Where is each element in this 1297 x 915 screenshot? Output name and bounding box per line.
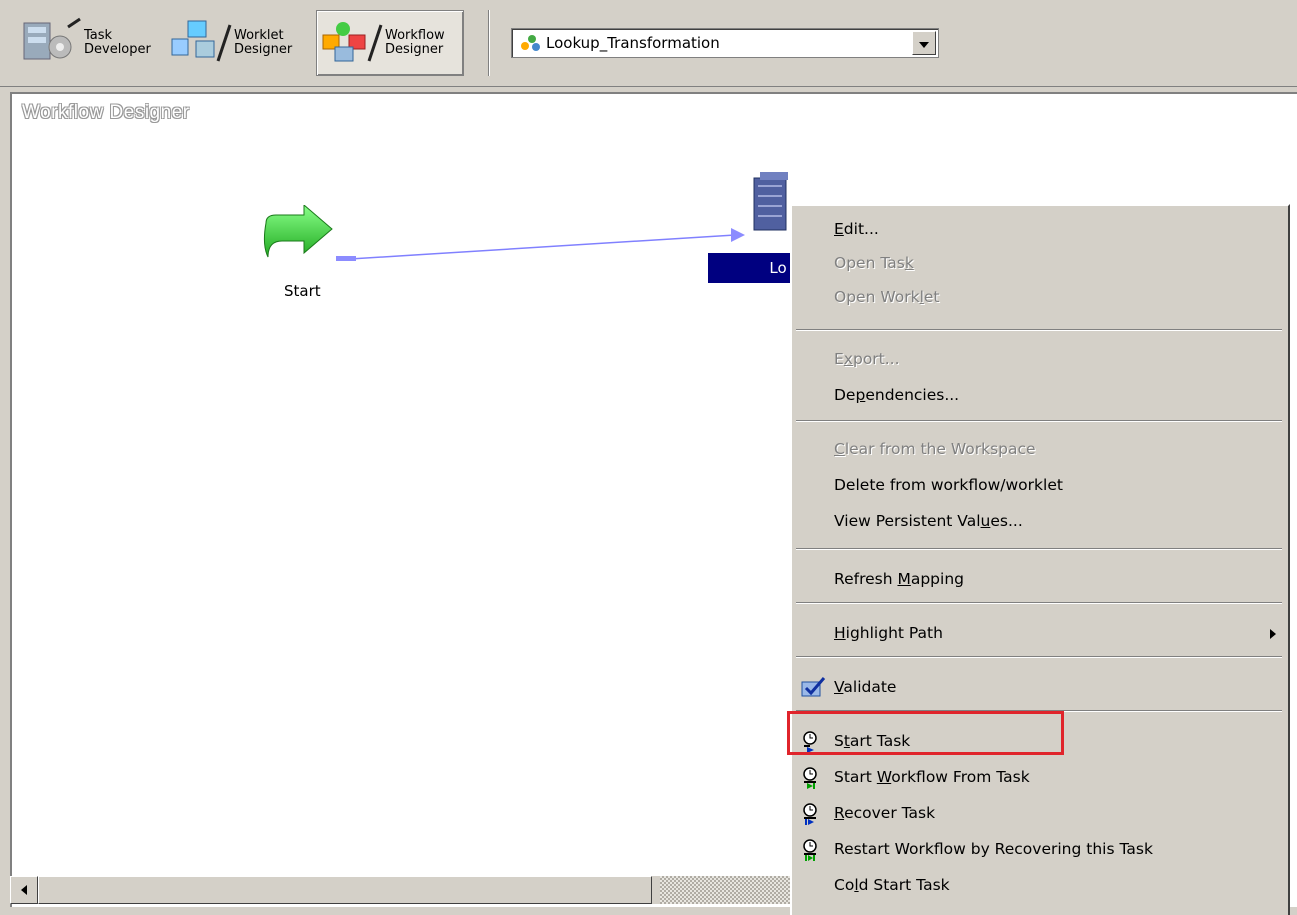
menu-item-open-worklet[interactable]: Open Worklet bbox=[792, 280, 1288, 314]
scrollbar-track[interactable] bbox=[660, 876, 790, 904]
menu-separator bbox=[796, 656, 1282, 658]
workflow-designer-icon bbox=[317, 17, 383, 69]
session-task-node[interactable] bbox=[752, 172, 792, 238]
scrollbar-thumb[interactable] bbox=[38, 876, 652, 904]
menu-item-edit[interactable]: Edit... bbox=[792, 212, 1288, 246]
start-task-highlight bbox=[787, 711, 1064, 755]
validate-icon bbox=[800, 676, 826, 710]
submenu-arrow-icon bbox=[1270, 629, 1276, 639]
menu-item-clear-workspace[interactable]: Clear from the Workspace bbox=[792, 432, 1288, 466]
toolbar: Task Developer Worklet Designer Workflow… bbox=[0, 0, 1297, 87]
scroll-left-button[interactable] bbox=[10, 876, 38, 904]
menu-separator bbox=[796, 329, 1282, 331]
workflow-designer-button[interactable]: Workflow Designer bbox=[316, 10, 464, 76]
menu-item-highlight-path[interactable]: Highlight Path bbox=[792, 616, 1288, 650]
task-developer-icon bbox=[20, 17, 82, 69]
menu-item-delete[interactable]: Delete from workflow/worklet bbox=[792, 468, 1288, 502]
workflow-icon bbox=[520, 34, 542, 56]
menu-item-refresh-mapping[interactable]: Refresh Mapping bbox=[792, 562, 1288, 596]
menu-item-recover-task[interactable]: Recover Task bbox=[792, 796, 1288, 830]
start-arrow-icon bbox=[262, 203, 334, 265]
task-developer-label: Task Developer bbox=[84, 28, 151, 57]
task-developer-button[interactable]: Task Developer bbox=[20, 10, 160, 76]
start-node[interactable] bbox=[262, 203, 334, 265]
menu-item-start-workflow-from-task[interactable]: Start Workflow From Task bbox=[792, 760, 1288, 794]
worklet-designer-icon bbox=[166, 17, 232, 69]
menu-item-cold-start-task[interactable]: Cold Start Task bbox=[792, 868, 1288, 902]
menu-separator bbox=[796, 420, 1282, 422]
menu-item-validate[interactable]: Validate bbox=[792, 670, 1288, 704]
menu-item-export[interactable]: Export... bbox=[792, 342, 1288, 376]
workspace-title: Workflow Designer bbox=[22, 102, 190, 123]
horizontal-scrollbar[interactable] bbox=[10, 876, 790, 904]
menu-item-open-task[interactable]: Open Task bbox=[792, 246, 1288, 280]
worklet-designer-button[interactable]: Worklet Designer bbox=[166, 10, 314, 76]
menu-item-view-persistent-values[interactable]: View Persistent Values... bbox=[792, 504, 1288, 538]
workflow-select-value: Lookup_Transformation bbox=[546, 34, 720, 52]
workflow-designer-label: Workflow Designer bbox=[385, 28, 445, 57]
toolbar-separator bbox=[488, 10, 490, 76]
menu-item-restart-workflow[interactable]: Restart Workflow by Recovering this Task bbox=[792, 832, 1288, 866]
chevron-left-icon bbox=[21, 881, 27, 899]
context-menu: Edit... Open Task Open Worklet Export...… bbox=[790, 204, 1290, 915]
workflow-link[interactable] bbox=[330, 225, 760, 265]
menu-separator bbox=[796, 548, 1282, 550]
dropdown-button[interactable] bbox=[912, 31, 936, 55]
menu-separator bbox=[796, 602, 1282, 604]
menu-item-dependencies[interactable]: Dependencies... bbox=[792, 378, 1288, 412]
worklet-designer-label: Worklet Designer bbox=[234, 28, 293, 57]
chevron-down-icon bbox=[919, 34, 929, 52]
start-node-label: Start bbox=[284, 282, 321, 300]
session-task-icon bbox=[752, 172, 792, 238]
workflow-select[interactable]: Lookup_Transformation bbox=[511, 28, 939, 58]
